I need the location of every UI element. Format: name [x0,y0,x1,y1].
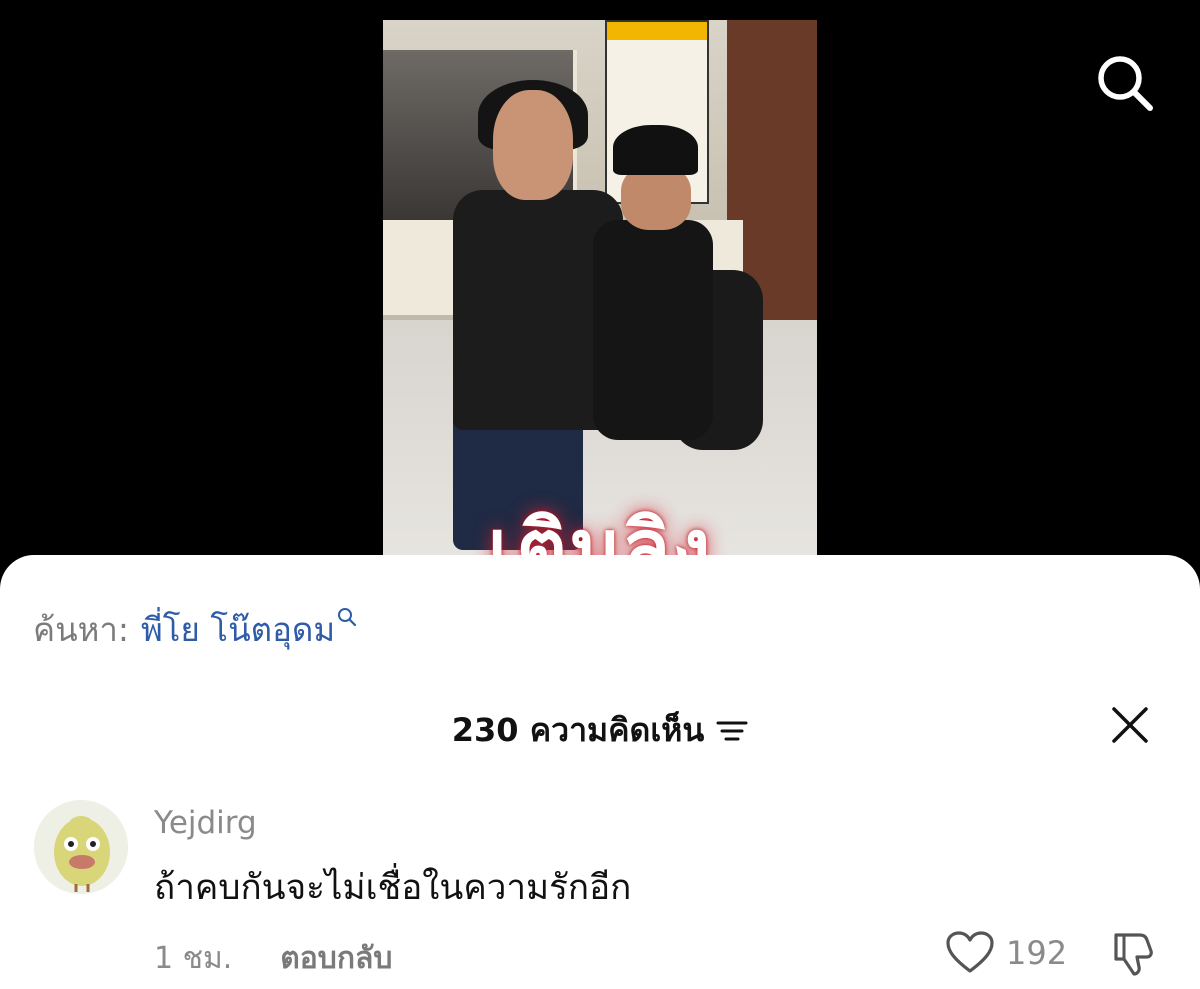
comment-username[interactable]: Yejdirg [154,805,257,841]
search-button[interactable] [1094,52,1156,114]
close-button[interactable] [1110,705,1150,745]
avatar[interactable] [34,800,128,894]
comments-sheet: ค้นหา: พี่โย โน๊ตอุดม 230 ความคิดเห็น Ye… [0,555,1200,989]
dislike-button[interactable] [1110,931,1158,977]
comments-count-label: 230 ความคิดเห็น [451,711,705,749]
search-query-link[interactable]: พี่โย โน๊ตอุดม [141,603,335,656]
video-person-left [453,80,623,550]
video-player[interactable]: เติมลิง [383,20,817,580]
reply-button[interactable]: ตอบกลับ [280,935,392,982]
thumbs-down-icon [1114,933,1153,976]
search-suggestion[interactable]: ค้นหา: พี่โย โน๊ตอุดม [33,603,357,656]
comment-text: ถ้าคบกันจะไม่เชื่อในความรักอีก [154,868,632,908]
close-icon [1112,707,1148,743]
sort-icon[interactable] [716,718,748,744]
comment-meta: 1 ชม. ตอบกลับ [154,935,392,982]
like-button[interactable]: 192 [946,931,1067,975]
comments-header: 230 ความคิดเห็น [0,705,1200,756]
comment-time: 1 ชม. [154,941,233,976]
search-prefix-label: ค้นหา: [33,610,130,649]
search-small-icon [338,608,357,627]
heart-icon [946,931,994,973]
search-icon [1098,56,1153,111]
like-count: 192 [1006,934,1068,972]
video-person-right [593,125,723,505]
avatar-image [34,800,128,894]
